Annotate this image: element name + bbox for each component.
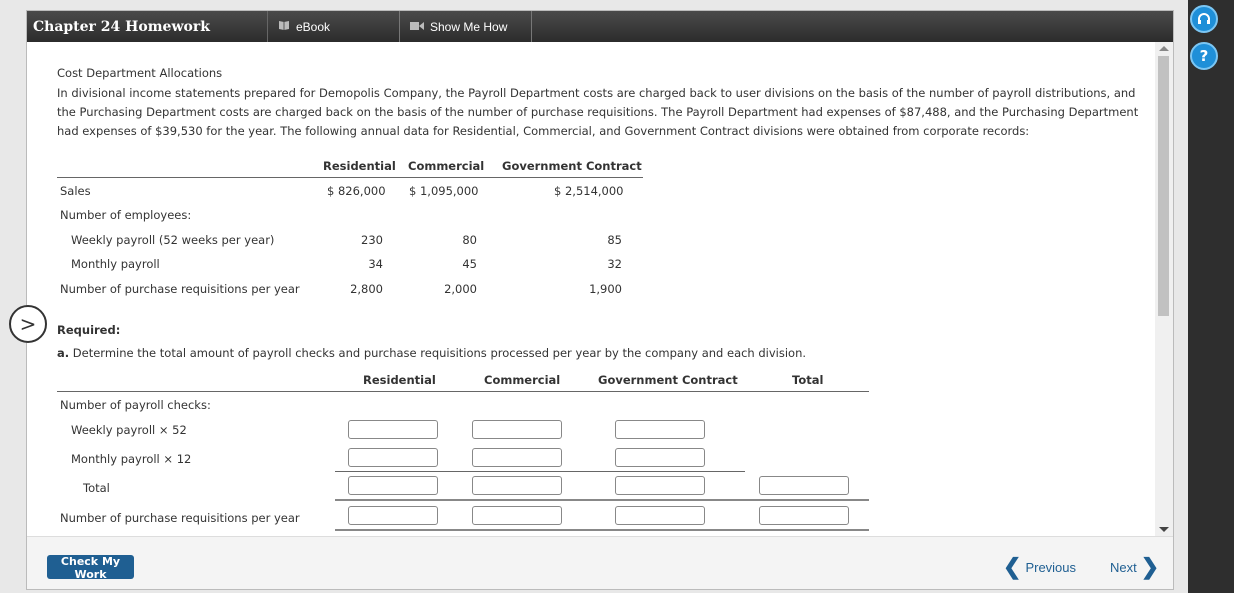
problem-paragraph: In divisional income statements prepared… xyxy=(57,86,1139,138)
weekly-government-input[interactable] xyxy=(615,420,705,439)
req-government: 1,900 xyxy=(589,282,622,296)
total-residential-input[interactable] xyxy=(348,476,438,495)
monthly-residential-input[interactable] xyxy=(348,448,438,467)
check-my-work-button[interactable]: Check My Work xyxy=(47,555,134,581)
col-header-government: Government Contract xyxy=(502,159,642,173)
problem-heading: Cost Department Allocations xyxy=(57,66,223,80)
answer-label-payroll-checks: Number of payroll checks: xyxy=(60,398,211,412)
homework-panel: Chapter 24 Homework eBook Show Me How Co… xyxy=(26,10,1174,590)
chevron-left-icon: ❮ xyxy=(1003,554,1022,579)
monthly-government-input[interactable] xyxy=(615,448,705,467)
footer-bar: Check My Work ❮ Previous Next ❯ xyxy=(27,536,1173,590)
total-double-rule xyxy=(335,499,869,501)
total-government-input[interactable] xyxy=(615,476,705,495)
weekly-government: 85 xyxy=(607,233,622,247)
answer-header-government: Government Contract xyxy=(598,373,738,387)
req-residential: 2,800 xyxy=(350,282,383,296)
answer-label-weekly: Weekly payroll × 52 xyxy=(71,423,187,437)
problem-content: Cost Department Allocations In divisiona… xyxy=(27,42,1155,536)
answer-label-total: Total xyxy=(83,481,110,495)
part-a-text: Determine the total amount of payroll ch… xyxy=(72,346,807,360)
req-total-input[interactable] xyxy=(759,506,849,525)
next-button[interactable]: Next ❯ xyxy=(1110,554,1160,579)
weekly-commercial: 80 xyxy=(462,233,477,247)
req-double-rule xyxy=(335,529,869,531)
subtotal-rule xyxy=(335,471,745,472)
footer-accent-line xyxy=(27,589,1173,590)
chapter-title: Chapter 24 Homework xyxy=(27,11,268,42)
video-icon xyxy=(410,20,424,34)
show-me-how-label: Show Me How xyxy=(430,19,508,34)
scroll-up-arrow[interactable] xyxy=(1159,46,1169,51)
req-residential-input[interactable] xyxy=(348,506,438,525)
previous-label: Previous xyxy=(1025,559,1077,575)
scroll-thumb[interactable] xyxy=(1158,56,1169,316)
title-bar: Chapter 24 Homework eBook Show Me How xyxy=(27,11,1173,42)
previous-button[interactable]: ❮ Previous xyxy=(1003,554,1077,579)
next-label: Next xyxy=(1110,559,1137,575)
row-label-sales: Sales xyxy=(60,184,91,198)
col-header-residential: Residential xyxy=(323,159,396,173)
answer-header-commercial: Commercial xyxy=(484,373,561,387)
monthly-commercial: 45 xyxy=(462,257,477,271)
req-government-input[interactable] xyxy=(615,506,705,525)
ebook-label: eBook xyxy=(296,19,331,34)
monthly-residential: 34 xyxy=(368,257,383,271)
row-label-requisitions: Number of purchase requisitions per year xyxy=(60,282,300,296)
req-commercial-input[interactable] xyxy=(472,506,562,525)
right-sidebar-strip xyxy=(1188,0,1234,593)
part-a-letter: a. xyxy=(57,346,70,360)
monthly-commercial-input[interactable] xyxy=(472,448,562,467)
chevron-right-expand-icon[interactable]: > xyxy=(9,305,47,343)
scroll-down-arrow[interactable] xyxy=(1159,527,1169,532)
table-header-rule xyxy=(57,177,643,178)
content-scrollbar[interactable] xyxy=(1155,42,1173,536)
chevron-right-icon: ❯ xyxy=(1140,554,1160,579)
total-commercial-input[interactable] xyxy=(472,476,562,495)
row-label-monthly-payroll: Monthly payroll xyxy=(71,257,160,271)
row-label-employees: Number of employees: xyxy=(60,208,192,222)
weekly-residential: 230 xyxy=(361,233,383,247)
help-icon[interactable]: ? xyxy=(1190,42,1218,70)
answer-label-requisitions: Number of purchase requisitions per year xyxy=(60,511,300,525)
sales-residential: $ 826,000 xyxy=(327,184,386,198)
answer-label-monthly: Monthly payroll × 12 xyxy=(71,452,192,466)
ebook-button[interactable]: eBook xyxy=(268,11,400,42)
show-me-how-button[interactable]: Show Me How xyxy=(400,11,532,42)
row-label-weekly-payroll: Weekly payroll (52 weeks per year) xyxy=(71,233,275,247)
weekly-commercial-input[interactable] xyxy=(472,420,562,439)
headset-icon[interactable] xyxy=(1190,5,1218,33)
answer-header-rule xyxy=(57,391,869,392)
weekly-residential-input[interactable] xyxy=(348,420,438,439)
col-header-commercial: Commercial xyxy=(408,159,485,173)
book-icon xyxy=(278,19,290,34)
monthly-government: 32 xyxy=(607,257,622,271)
sales-government: $ 2,514,000 xyxy=(554,184,624,198)
answer-header-total: Total xyxy=(792,373,824,387)
req-commercial: 2,000 xyxy=(444,282,477,296)
required-label: Required: xyxy=(57,323,121,337)
answer-header-residential: Residential xyxy=(363,373,436,387)
total-total-input[interactable] xyxy=(759,476,849,495)
sales-commercial: $ 1,095,000 xyxy=(409,184,479,198)
